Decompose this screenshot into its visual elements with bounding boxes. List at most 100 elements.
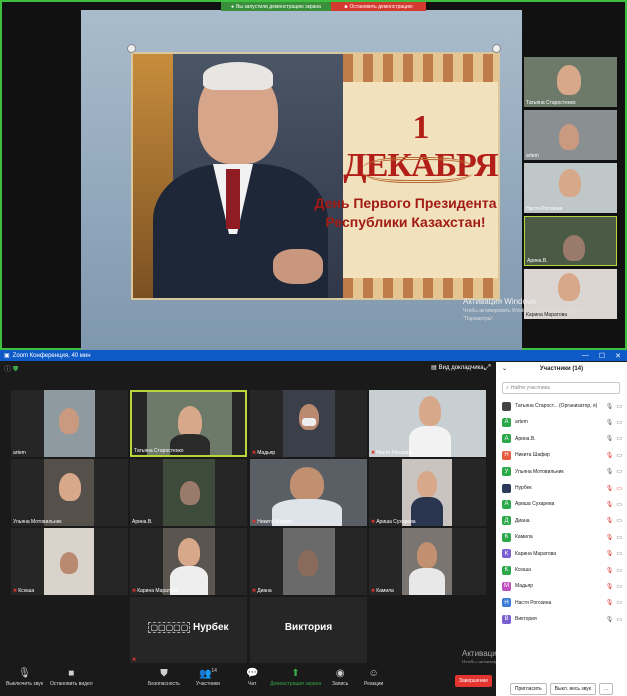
muted-mic-icon[interactable]: 🎙 — [606, 534, 614, 541]
participant-list-item[interactable]: B Виктория 🎙 ▭ — [502, 613, 622, 625]
window-title: Zoom Конференция, 40 мин — [12, 352, 91, 359]
muted-mic-icon: ✖ — [371, 450, 376, 456]
thumb-video[interactable]: Татьяна Старостенко — [524, 57, 617, 107]
screen-share-area: ● Вы запустили демонстрацию экрана ■ Ост… — [0, 0, 627, 350]
presentation-slide: 1 ДЕКАБРЯ День Первого Президента Респуб… — [131, 52, 500, 300]
chevron-down-icon[interactable]: ⌄ — [502, 365, 507, 372]
camera-icon[interactable]: ▭ — [616, 403, 622, 410]
participant-tile[interactable]: Арина.В. — [130, 459, 247, 526]
participant-list-item[interactable]: Aartem 🎙 ▭ — [502, 416, 622, 428]
muted-mic-icon[interactable]: 🎙 — [606, 550, 614, 557]
camera-off-icon[interactable]: ▭ — [616, 485, 622, 492]
participant-tile[interactable]: ✖ Карина Маратова — [130, 528, 247, 595]
muted-mic-icon[interactable]: 🎙 — [606, 517, 614, 524]
pin-icon — [492, 44, 501, 53]
participant-list-item[interactable]: A Ариша Сухарева 🎙 ▭ — [502, 498, 622, 510]
avatar — [502, 483, 511, 493]
more-button[interactable]: ... — [598, 683, 614, 695]
thumb-video[interactable]: artem — [524, 110, 617, 160]
participant-tile-no-video[interactable]: ▢▢▢▢▢ Нурбек ✖ — [130, 597, 247, 664]
participant-tile-active-speaker[interactable]: Татьяна Старостенко — [130, 390, 247, 457]
mute-button[interactable]: 🎙 Выключить звук — [6, 668, 43, 687]
microphone-icon[interactable]: 🎙 — [606, 419, 614, 426]
participant-list-item[interactable]: K Карина Маратова 🎙 ▭ — [502, 548, 622, 560]
camera-icon[interactable]: ▭ — [616, 550, 622, 557]
microphone-icon[interactable]: 🎙 — [606, 616, 614, 623]
microphone-icon[interactable]: 🎙 — [606, 468, 614, 475]
participant-list-item[interactable]: A Арина.В. 🎙 ▭ — [502, 433, 622, 445]
stop-share-button[interactable]: ■ Остановить демонстрацию — [331, 2, 426, 11]
participant-tile[interactable]: ✖ Настя Рогозина — [369, 390, 486, 457]
camera-icon[interactable]: ▭ — [616, 501, 622, 508]
mute-all-button[interactable]: Выкл. весь звук — [549, 683, 596, 695]
camera-icon[interactable]: ▭ — [616, 517, 622, 524]
participant-list-item[interactable]: Д Диана 🎙 ▭ — [502, 515, 622, 527]
avatar: B — [502, 614, 511, 624]
search-participant-input[interactable]: ⌕ Найти участника — [502, 382, 620, 394]
muted-mic-icon: ✖ — [371, 588, 376, 594]
fullscreen-icon[interactable]: ⤢ — [484, 363, 490, 373]
participant-list-item[interactable]: Татьяна Старост... (Организатор, я) 🎙 ▭ — [502, 400, 622, 412]
muted-mic-icon[interactable]: 🎙 — [606, 452, 614, 459]
invite-button[interactable]: Пригласить — [509, 683, 547, 695]
participant-tile-no-video[interactable]: Виктория — [250, 597, 367, 664]
microphone-icon[interactable]: 🎙 — [606, 435, 614, 442]
participants-button[interactable]: 👥14 Участники — [196, 668, 220, 687]
reactions-button[interactable]: ☺ Реакции — [364, 668, 383, 687]
participant-tile[interactable]: ✖ Никита Шафир — [250, 459, 367, 526]
participant-tile[interactable]: ✖ Мадьяр — [250, 390, 367, 457]
participant-tile[interactable]: ✖ Ариша Сухарева — [369, 459, 486, 526]
avatar: H — [502, 598, 511, 608]
thumb-video[interactable]: Настя Рогозина — [524, 163, 617, 213]
muted-mic-icon[interactable]: 🎙 — [606, 599, 614, 606]
muted-mic-icon[interactable]: 🎙 — [606, 583, 614, 590]
participant-list-item[interactable]: H Настя Рогозина 🎙 ▭ — [502, 597, 622, 609]
avatar: A — [502, 434, 511, 444]
camera-icon[interactable]: ▭ — [616, 534, 622, 541]
shield-icon[interactable]: ⛊ — [13, 366, 18, 373]
camera-icon[interactable]: ▭ — [616, 616, 622, 623]
muted-mic-icon[interactable]: 🎙 — [606, 567, 614, 574]
record-icon: ◉ — [335, 668, 345, 679]
camera-icon[interactable]: ▭ — [616, 435, 622, 442]
participant-list-item[interactable]: H Никита Шафир 🎙 ▭ — [502, 449, 622, 461]
participant-list-item[interactable]: K Ксюша 🎙 ▭ — [502, 564, 622, 576]
info-icon[interactable]: ⓘ — [4, 366, 11, 373]
maximize-icon[interactable]: ☐ — [599, 352, 605, 360]
camera-icon[interactable]: ▭ — [616, 468, 622, 475]
muted-mic-icon[interactable]: 🎙 — [606, 501, 614, 508]
participant-tile[interactable]: Ульяна Мотовильник — [11, 459, 128, 526]
camera-icon[interactable]: ▭ — [616, 599, 622, 606]
camera-icon[interactable]: ▭ — [616, 567, 622, 574]
avatar: M — [502, 581, 511, 591]
share-screen-button[interactable]: ⬆ Демонстрация экрана — [270, 668, 321, 687]
muted-mic-icon[interactable]: 🎙 — [606, 485, 614, 492]
camera-icon[interactable]: ▭ — [616, 583, 622, 590]
participant-list-item[interactable]: K Камила 🎙 ▭ — [502, 531, 622, 543]
camera-icon[interactable]: ▭ — [616, 452, 622, 459]
participant-list-item[interactable]: M Мадьяр 🎙 ▭ — [502, 580, 622, 592]
minimize-icon[interactable]: — — [582, 352, 589, 360]
microphone-icon[interactable]: 🎙 — [606, 403, 614, 410]
stop-icon: ■ — [344, 3, 348, 10]
participant-list-item[interactable]: У Ульяна Мотовильник 🎙 ▭ — [502, 466, 622, 478]
end-meeting-button[interactable]: Завершение — [455, 675, 492, 687]
smiley-icon: ☺ — [368, 668, 379, 679]
participant-tile[interactable]: ✖ Ксюша — [11, 528, 128, 595]
view-toggle[interactable]: ▤ Вид докладчика — [431, 364, 484, 372]
record-button[interactable]: ◉ Запись — [332, 668, 348, 687]
slide-ornament-bottom — [343, 278, 498, 298]
participant-name: Настя Рогозина — [515, 599, 552, 606]
participant-list-item[interactable]: Нурбек 🎙 ▭ — [502, 482, 622, 494]
stop-video-button[interactable]: ■ Остановить видео — [50, 668, 93, 687]
thumb-video[interactable]: Арина.В. — [524, 216, 617, 266]
participant-tile[interactable]: artem — [11, 390, 128, 457]
participant-name: Татьяна Старост... (Организатор, я) — [515, 403, 598, 409]
participant-tile[interactable]: ✖ Диана — [250, 528, 367, 595]
participant-tile[interactable]: ✖ Камила — [369, 528, 486, 595]
participants-panel: ⌄ Участники (14) ⌕ Найти участника Татья… — [496, 362, 627, 696]
security-button[interactable]: ⛊ Безопасность — [148, 668, 180, 687]
close-icon[interactable]: ✕ — [615, 352, 621, 360]
chat-button[interactable]: 💬 Чат — [246, 668, 258, 687]
camera-icon[interactable]: ▭ — [616, 419, 622, 426]
